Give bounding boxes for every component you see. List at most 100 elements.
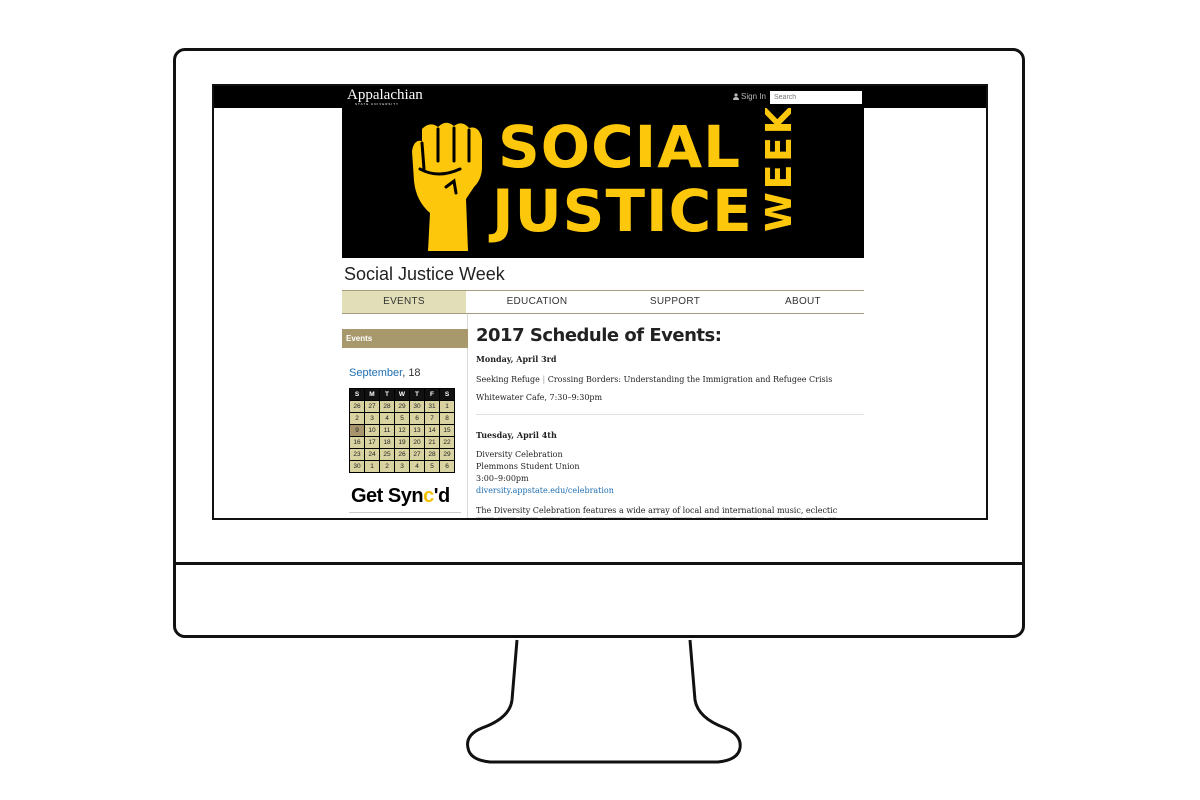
get-synced-text-a: Get Syn <box>351 485 424 507</box>
event-date: Monday, April 3rd <box>476 354 557 364</box>
calendar-day[interactable]: 25 <box>379 448 395 461</box>
calendar-weekday-row: S M T W T F S <box>349 388 455 401</box>
hero-banner: SOCIAL JUSTICE WEEK <box>342 108 864 258</box>
user-icon <box>733 93 739 100</box>
sign-in-link[interactable]: Sign In <box>733 92 766 102</box>
calendar-day[interactable]: 28 <box>379 400 395 413</box>
calendar-day[interactable]: 6 <box>409 412 425 425</box>
sidebar-heading: Events <box>342 329 468 348</box>
calendar-day[interactable]: 2 <box>379 460 395 473</box>
event-place: Plemmons Student Union <box>476 462 580 471</box>
title-separator: | <box>542 375 546 384</box>
calendar-week: 9 10 11 12 13 14 15 <box>349 424 455 437</box>
calendar-day[interactable]: 4 <box>409 460 425 473</box>
calendar-day[interactable]: 15 <box>439 424 455 437</box>
calendar-day[interactable]: 27 <box>364 400 380 413</box>
calendar-day[interactable]: 12 <box>394 424 410 437</box>
event-title-part: Seeking Refuge <box>476 375 540 384</box>
search-input[interactable] <box>770 91 862 104</box>
calendar-day[interactable]: 6 <box>439 460 455 473</box>
nav-item-about[interactable]: ABOUT <box>742 291 864 313</box>
event-divider <box>476 414 864 415</box>
calendar-week: 16 17 18 19 20 21 22 <box>349 436 455 449</box>
get-synced-text-b: 'd <box>433 485 450 507</box>
university-logo-subtitle: STATE UNIVERSITY <box>355 102 400 106</box>
calendar-day[interactable]: 26 <box>349 400 365 413</box>
calendar-day[interactable]: 30 <box>409 400 425 413</box>
banner-word-week: WEEK <box>759 108 800 232</box>
nav-item-education[interactable]: EDUCATION <box>466 291 608 313</box>
site-title[interactable]: Social Justice Week <box>344 263 505 285</box>
main-content: 2017 Schedule of Events: Monday, April 3… <box>476 314 866 518</box>
banner-word-social: SOCIAL <box>498 113 742 181</box>
top-bar: Appalachian STATE UNIVERSITY Sign In <box>214 86 986 108</box>
calendar-day[interactable]: 30 <box>349 460 365 473</box>
calendar-day[interactable]: 10 <box>364 424 380 437</box>
calendar-day[interactable]: 11 <box>379 424 395 437</box>
calendar-day[interactable]: 28 <box>424 448 440 461</box>
event-title: Seeking Refuge | Crossing Borders: Under… <box>476 374 832 385</box>
calendar-day[interactable]: 22 <box>439 436 455 449</box>
calendar-day[interactable]: 8 <box>439 412 455 425</box>
cut-off-text-line <box>476 517 836 518</box>
calendar-day[interactable]: 3 <box>394 460 410 473</box>
event-title-part: Crossing Borders: Understanding the Immi… <box>547 375 833 384</box>
calendar-day[interactable]: 5 <box>394 412 410 425</box>
calendar-month-link[interactable]: September <box>349 367 402 379</box>
calendar-day[interactable]: 1 <box>364 460 380 473</box>
nav-item-events[interactable]: EVENTS <box>342 291 466 313</box>
calendar-day[interactable]: 13 <box>409 424 425 437</box>
calendar-week: 2 3 4 5 6 7 8 <box>349 412 455 425</box>
calendar-day[interactable]: 23 <box>349 448 365 461</box>
calendar-day[interactable]: 4 <box>379 412 395 425</box>
weekday-header: S <box>439 388 455 401</box>
weekday-header: F <box>424 388 440 401</box>
get-synced-text-c: c <box>423 485 434 507</box>
nav-item-support[interactable]: SUPPORT <box>608 291 742 313</box>
calendar-day[interactable]: 1 <box>439 400 455 413</box>
event-time: 3:00–9:00pm <box>476 474 529 483</box>
calendar-day[interactable]: 29 <box>394 400 410 413</box>
event-location: Whitewater Cafe, 7:30–9:30pm <box>476 393 603 402</box>
event-name: Diversity Celebration <box>476 450 563 459</box>
calendar-day[interactable]: 24 <box>364 448 380 461</box>
calendar-day[interactable]: 16 <box>349 436 365 449</box>
get-synced-logo[interactable]: Get Sync'd <box>351 485 450 507</box>
event-date: Tuesday, April 4th <box>476 430 557 440</box>
calendar-day[interactable]: 19 <box>394 436 410 449</box>
calendar-week: 26 27 28 29 30 31 1 <box>349 400 455 413</box>
weekday-header: M <box>364 388 380 401</box>
calendar-day-today[interactable]: 9 <box>349 424 365 437</box>
raised-fist-icon <box>412 122 482 251</box>
monitor-chin-divider <box>176 562 1022 565</box>
calendar-day[interactable]: 14 <box>424 424 440 437</box>
calendar-day[interactable]: 27 <box>409 448 425 461</box>
calendar-title: September, 18 <box>349 367 421 379</box>
university-logo[interactable]: Appalachian <box>347 88 423 103</box>
sidebar-rule <box>349 512 461 513</box>
main-nav: EVENTS EDUCATION SUPPORT ABOUT <box>342 290 864 314</box>
calendar-day[interactable]: 2 <box>349 412 365 425</box>
calendar-day[interactable]: 18 <box>379 436 395 449</box>
banner-word-justice: JUSTICE <box>492 177 753 245</box>
sidebar: Events September, 18 S M T W T F S 26 27… <box>342 314 468 518</box>
calendar-day[interactable]: 31 <box>424 400 440 413</box>
calendar-day[interactable]: 21 <box>424 436 440 449</box>
calendar-day[interactable]: 26 <box>394 448 410 461</box>
calendar-week: 30 1 2 3 4 5 6 <box>349 460 455 473</box>
calendar-day[interactable]: 7 <box>424 412 440 425</box>
calendar-day[interactable]: 20 <box>409 436 425 449</box>
page-title: 2017 Schedule of Events: <box>476 325 722 346</box>
event-description: The Diversity Celebration features a wid… <box>476 506 838 515</box>
calendar-day[interactable]: 29 <box>439 448 455 461</box>
weekday-header: T <box>409 388 425 401</box>
weekday-header: S <box>349 388 365 401</box>
calendar-day[interactable]: 17 <box>364 436 380 449</box>
calendar-day[interactable]: 3 <box>364 412 380 425</box>
calendar-day[interactable]: 5 <box>424 460 440 473</box>
calendar-grid: S M T W T F S 26 27 28 29 30 31 1 2 3 4 <box>349 388 455 473</box>
calendar-year: , 18 <box>402 367 421 379</box>
browser-screen: Appalachian STATE UNIVERSITY Sign In SOC… <box>212 84 988 520</box>
event-link[interactable]: diversity.appstate.edu/celebration <box>476 485 614 496</box>
sign-in-label: Sign In <box>741 92 766 101</box>
